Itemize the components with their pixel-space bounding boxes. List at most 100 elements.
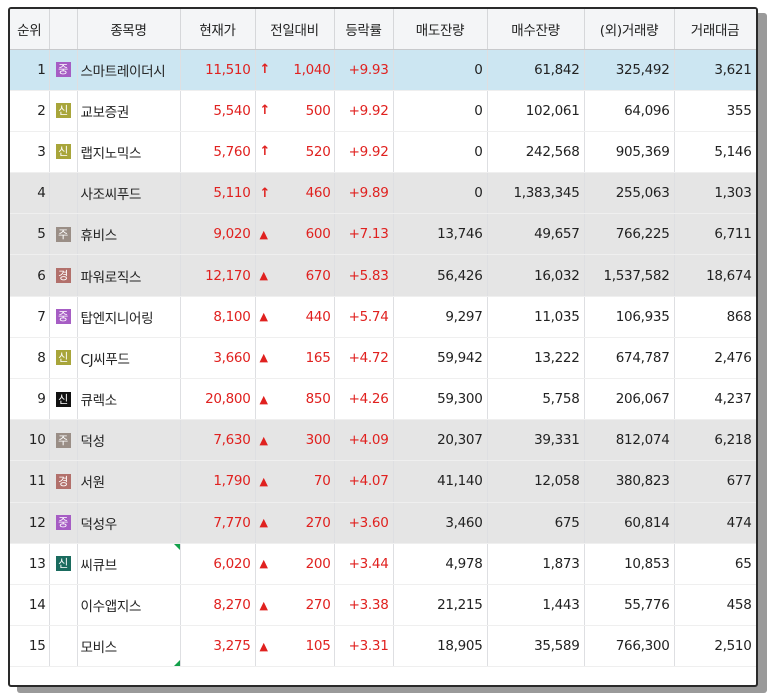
market-badge-icon: 신 bbox=[55, 391, 71, 407]
change-value: 1,040 bbox=[293, 61, 331, 78]
stock-name[interactable]: 휴비스 bbox=[81, 228, 118, 244]
amount-cell: 4,237 bbox=[674, 378, 756, 421]
volume-cell: 380,823 bbox=[584, 460, 675, 503]
table-row[interactable]: 14 이수앱지스 8,270 ▲ 270 +3.38 21,215 1,443 55,776 45… bbox=[10, 584, 756, 627]
table-row[interactable]: 5 주 휴비스 9,020 ▲ 600 +7.13 13,746 49,657 766,225 6,… bbox=[10, 213, 756, 256]
stock-name-cell[interactable]: CJ씨푸드 bbox=[77, 337, 181, 380]
stock-name[interactable]: 서원 bbox=[81, 475, 106, 491]
price-cell: 1,790 bbox=[180, 460, 256, 503]
badge-cell: 경 bbox=[49, 460, 78, 503]
up-arrow-icon: ↑ bbox=[259, 103, 271, 119]
change-cell: ↑ 520 bbox=[255, 131, 335, 174]
stock-name-cell[interactable]: 랩지노믹스 bbox=[77, 131, 181, 174]
stock-name-cell[interactable]: 탑엔지니어링 bbox=[77, 296, 181, 338]
table-row[interactable]: 15 모비스 3,275 ▲ 105 +3.31 18,905 35,589 766,300 2,… bbox=[10, 625, 756, 668]
table-row[interactable]: 11 경 서원 1,790 ▲ 70 +4.07 41,140 12,058 380,823 677 bbox=[10, 460, 756, 503]
ask-cell: 59,300 bbox=[393, 378, 488, 421]
flag-marker-icon bbox=[173, 660, 179, 666]
volume-cell: 812,074 bbox=[584, 419, 675, 462]
stock-name[interactable]: 큐렉소 bbox=[81, 393, 118, 409]
badge-cell: 주 bbox=[49, 213, 78, 256]
table-row[interactable]: 3 신 랩지노믹스 5,760 ↑ 520 +9.92 0 242,568 905,369 5,14… bbox=[10, 131, 756, 174]
up-arrow-icon: ↑ bbox=[259, 185, 271, 201]
badge-cell: 신 bbox=[49, 90, 78, 132]
ask-cell: 13,746 bbox=[393, 213, 488, 256]
table-header: 순위 종목명 현재가 전일대비 등락률 매도잔량 매수잔량 (외)거래량 거래대… bbox=[10, 9, 756, 50]
ask-cell: 0 bbox=[393, 90, 488, 132]
amount-cell: 474 bbox=[674, 502, 756, 544]
change-value: 520 bbox=[305, 143, 331, 160]
stock-name-cell[interactable]: 휴비스 bbox=[77, 213, 181, 256]
stock-name[interactable]: 스마트레이더시 bbox=[81, 64, 166, 80]
pct-cell: +3.44 bbox=[334, 543, 394, 585]
badge-cell: 경 bbox=[49, 254, 78, 297]
amount-cell: 2,510 bbox=[674, 625, 756, 668]
ask-cell: 0 bbox=[393, 131, 488, 174]
stock-name-cell[interactable]: 스마트레이더시 bbox=[77, 49, 181, 91]
stock-name[interactable]: 교보증권 bbox=[81, 105, 130, 121]
header-volume[interactable]: (외)거래량 bbox=[584, 9, 675, 50]
stock-name[interactable]: 사조씨푸드 bbox=[81, 187, 142, 203]
change-value: 850 bbox=[305, 391, 331, 408]
header-ask[interactable]: 매도잔량 bbox=[393, 9, 488, 50]
price-cell: 5,540 bbox=[180, 90, 256, 132]
table-row[interactable]: 6 경 파워로직스 12,170 ▲ 670 +5.83 56,426 16,032 1,537,… bbox=[10, 254, 756, 297]
stock-name-cell[interactable]: 교보증권 bbox=[77, 90, 181, 132]
table-row[interactable]: 7 중 탑엔지니어링 8,100 ▲ 440 +5.74 9,297 11,035 106,935… bbox=[10, 296, 756, 338]
header-amount[interactable]: 거래대금 bbox=[674, 9, 756, 50]
stock-name-cell[interactable]: 모비스 bbox=[77, 625, 181, 668]
table-row[interactable]: 8 신 CJ씨푸드 3,660 ▲ 165 +4.72 59,942 13,222 674,787… bbox=[10, 337, 756, 380]
bid-cell: 35,589 bbox=[487, 625, 585, 668]
bid-cell: 1,443 bbox=[487, 584, 585, 627]
stock-name[interactable]: 덕성우 bbox=[81, 517, 118, 533]
change-cell: ▲ 600 bbox=[255, 213, 335, 256]
stock-name-cell[interactable]: 덕성우 bbox=[77, 502, 181, 544]
market-badge-icon: 신 bbox=[55, 144, 71, 160]
stock-name[interactable]: 랩지노믹스 bbox=[81, 146, 142, 162]
stock-name-cell[interactable]: 서원 bbox=[77, 460, 181, 503]
table-row[interactable]: 10 주 덕성 7,630 ▲ 300 +4.09 20,307 39,331 812,074 6,… bbox=[10, 419, 756, 462]
header-price[interactable]: 현재가 bbox=[180, 9, 256, 50]
amount-cell: 3,621 bbox=[674, 49, 756, 91]
market-badge-icon: 주 bbox=[55, 432, 71, 448]
stock-name[interactable]: CJ씨푸드 bbox=[81, 352, 130, 368]
change-cell: ▲ 850 bbox=[255, 378, 335, 421]
rank-cell: 11 bbox=[10, 460, 50, 503]
table-row[interactable]: 1 중 스마트레이더시 11,510 ↑ 1,040 +9.93 0 61,842 325,492… bbox=[10, 49, 756, 91]
table-row[interactable]: 13 신 씨큐브 6,020 ▲ 200 +3.44 4,978 1,873 10,853 65 bbox=[10, 543, 756, 585]
table-row[interactable]: 2 신 교보증권 5,540 ↑ 500 +9.92 0 102,061 64,096 355 bbox=[10, 90, 756, 132]
stock-name[interactable]: 파워로직스 bbox=[81, 270, 142, 286]
up-arrow-icon: ▲ bbox=[259, 598, 268, 612]
header-name[interactable]: 종목명 bbox=[77, 9, 181, 50]
table-body: 1 중 스마트레이더시 11,510 ↑ 1,040 +9.93 0 61,842 325,492… bbox=[10, 49, 756, 668]
stock-ranking-table: 순위 종목명 현재가 전일대비 등락률 매도잔량 매수잔량 (외)거래량 거래대… bbox=[10, 9, 756, 668]
ask-cell: 4,978 bbox=[393, 543, 488, 585]
stock-name-cell[interactable]: 파워로직스 bbox=[77, 254, 181, 297]
header-change[interactable]: 전일대비 bbox=[255, 9, 335, 50]
stock-name-cell[interactable]: 사조씨푸드 bbox=[77, 172, 181, 215]
table-row[interactable]: 12 중 덕성우 7,770 ▲ 270 +3.60 3,460 675 60,814 474 bbox=[10, 502, 756, 544]
pct-cell: +3.60 bbox=[334, 502, 394, 544]
stock-name[interactable]: 탑엔지니어링 bbox=[81, 311, 154, 327]
stock-name-cell[interactable]: 씨큐브 bbox=[77, 543, 181, 585]
change-value: 440 bbox=[305, 308, 331, 325]
price-cell: 7,770 bbox=[180, 502, 256, 544]
stock-name-cell[interactable]: 덕성 bbox=[77, 419, 181, 462]
stock-name[interactable]: 이수앱지스 bbox=[81, 599, 142, 615]
amount-cell: 355 bbox=[674, 90, 756, 132]
badge-cell bbox=[49, 172, 78, 215]
header-rank[interactable]: 순위 bbox=[10, 9, 50, 50]
table-row[interactable]: 4 사조씨푸드 5,110 ↑ 460 +9.89 0 1,383,345 255,063 1,3… bbox=[10, 172, 756, 215]
table-row[interactable]: 9 신 큐렉소 20,800 ▲ 850 +4.26 59,300 5,758 206,067 4,… bbox=[10, 378, 756, 421]
change-cell: ▲ 270 bbox=[255, 502, 335, 544]
ask-cell: 9,297 bbox=[393, 296, 488, 338]
header-pct[interactable]: 등락률 bbox=[334, 9, 394, 50]
rank-cell: 12 bbox=[10, 502, 50, 544]
stock-name[interactable]: 모비스 bbox=[81, 640, 118, 656]
stock-name-cell[interactable]: 이수앱지스 bbox=[77, 584, 181, 627]
header-bid[interactable]: 매수잔량 bbox=[487, 9, 585, 50]
stock-name[interactable]: 씨큐브 bbox=[81, 558, 118, 574]
stock-name[interactable]: 덕성 bbox=[81, 434, 106, 450]
change-value: 270 bbox=[305, 514, 331, 531]
stock-name-cell[interactable]: 큐렉소 bbox=[77, 378, 181, 421]
